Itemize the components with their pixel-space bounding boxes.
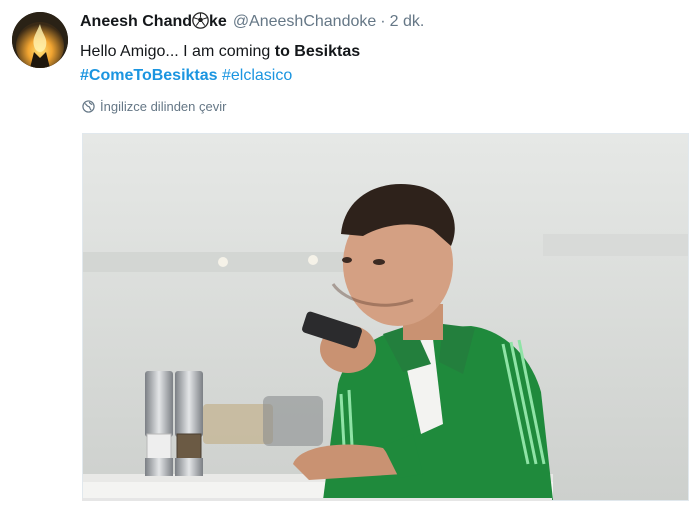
tweet-text-normal: Hello Amigo... I am coming (80, 43, 275, 60)
tweet-text: Hello Amigo... I am coming to Besiktas (80, 40, 360, 64)
globe-icon (82, 100, 95, 113)
hashtag-link[interactable]: #elclasico (222, 67, 292, 84)
soccer-ball-icon (192, 12, 209, 34)
timestamp[interactable]: 2 dk. (390, 13, 425, 30)
tweet-photo[interactable] (82, 133, 689, 501)
shaker-pepper (175, 371, 203, 476)
user-handle[interactable]: @AneeshChandoke (233, 13, 376, 30)
tweet-text-bold: to Besiktas (274, 43, 361, 60)
hashtag-link[interactable]: #ComeToBesiktas (80, 67, 218, 84)
translate-link[interactable]: İngilizce dilinden çevir (82, 99, 226, 114)
avatar-image (12, 12, 68, 68)
photo-scene (83, 134, 688, 500)
hashtag-line: #ComeToBesiktas #elclasico (80, 64, 292, 88)
avatar[interactable] (12, 12, 68, 68)
tweet-header: Aneesh Chand ke @AneeshChandoke · 2 dk. (80, 12, 424, 34)
shaker-salt (145, 371, 173, 476)
divider (82, 498, 552, 501)
tweet-card: Aneesh Chand ke @AneeshChandoke · 2 dk. Hell… (0, 0, 700, 512)
display-name[interactable]: Aneesh Chand ke (80, 12, 227, 30)
separator-dot: · (380, 13, 386, 30)
translate-label: İngilizce dilinden çevir (100, 99, 227, 114)
